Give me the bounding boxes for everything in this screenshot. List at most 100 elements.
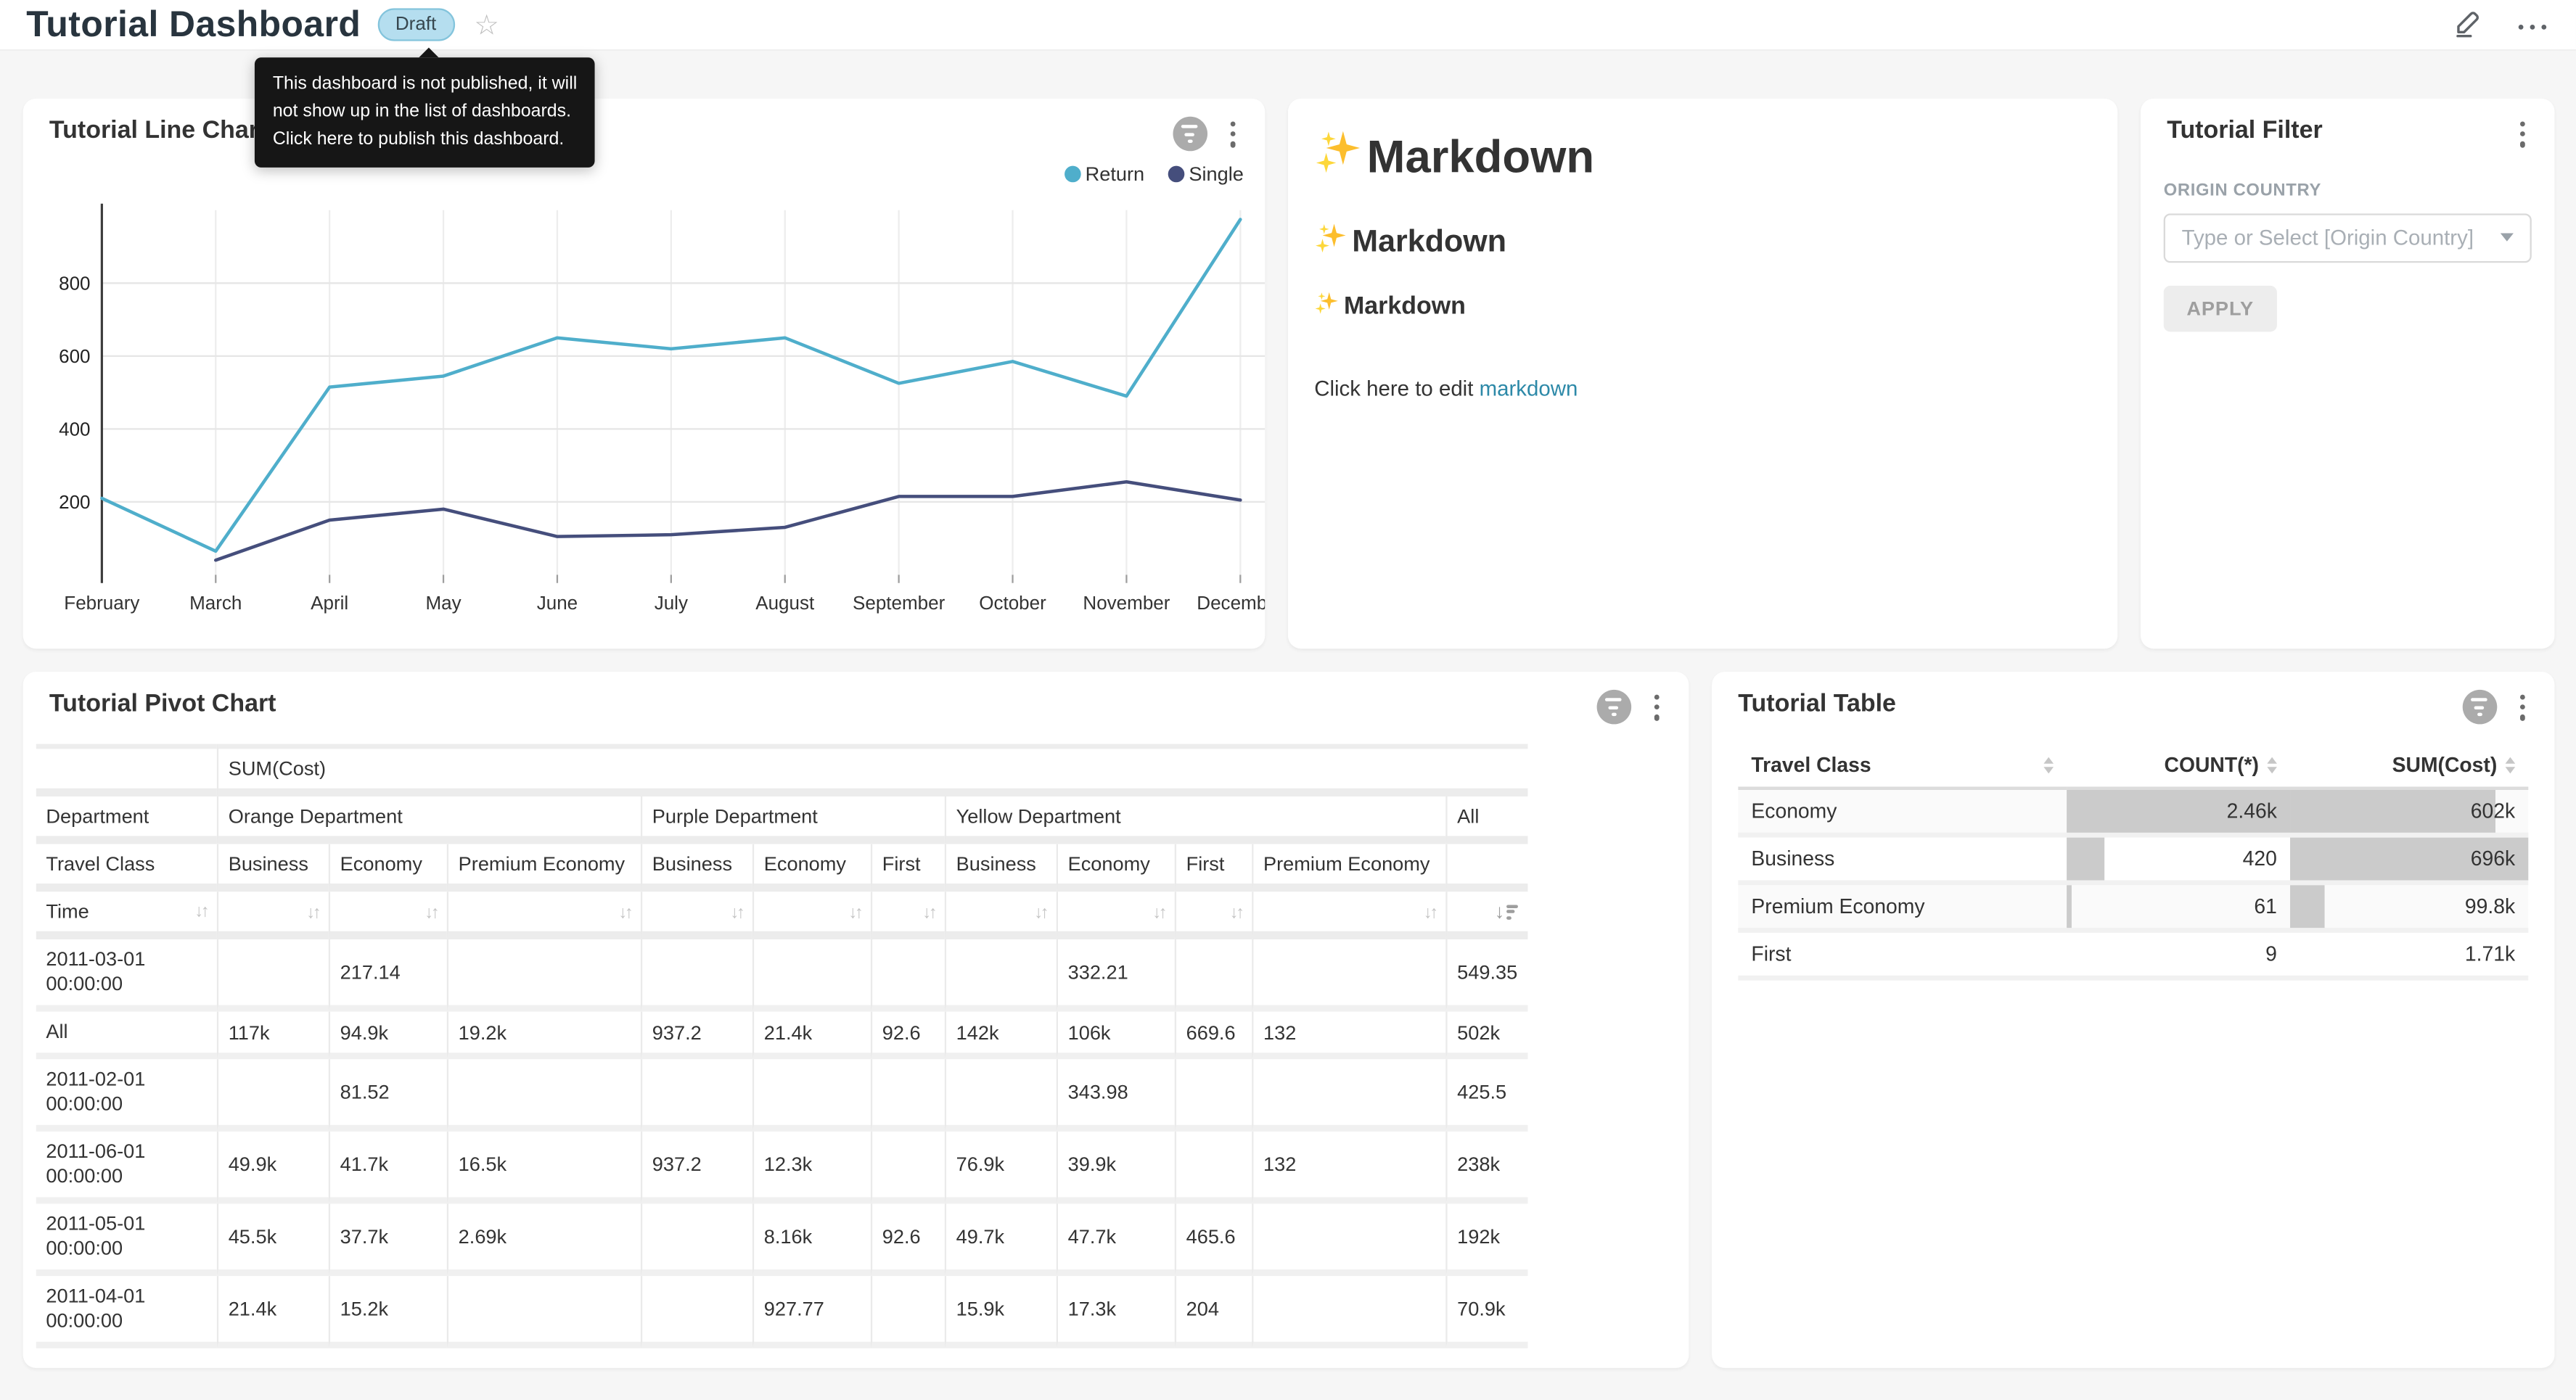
favorite-star-icon[interactable]: ☆ [474,11,499,38]
sort-icon[interactable]: ↓↑ [306,903,319,923]
pivot-table-grid: SUM(Cost)DepartmentOrange DepartmentPurp… [36,744,1527,1348]
sort-icon[interactable]: ↓↑ [194,902,207,921]
pivot-cell: 70.9k [1445,1276,1527,1348]
pivot-cell: 549.35 [1445,939,1527,1012]
pivot-cell: 117k [217,1012,329,1060]
col-header-sum-cost[interactable]: SUM(Cost) [2290,744,2528,790]
pivot-cell: 927.77 [752,1276,871,1348]
pivot-class-header [1445,844,1527,892]
pivot-cell: 937.2 [641,1012,752,1060]
pivot-class-header: Business [217,844,329,892]
pivot-cell: 21.4k [217,1276,329,1348]
pivot-cell [447,1059,641,1132]
svg-text:May: May [425,592,461,614]
pivot-class-header: First [1175,844,1252,892]
filter-card-title: Tutorial Filter [2167,117,2322,144]
sparkles-icon [1314,291,1339,322]
table-cell-count: 2.46k [2067,790,2290,838]
pivot-cell [752,1059,871,1132]
legend-item-return[interactable]: Return [1064,162,1144,186]
value-bar [2290,790,2496,833]
sort-icon[interactable] [2043,757,2054,774]
sort-icon[interactable]: ↓↑ [730,903,742,923]
pivot-cell: 8.16k [752,1204,871,1277]
chart-title: Tutorial Line Chart [49,117,266,144]
pivot-kebab-menu-icon[interactable] [1647,690,1665,725]
sort-descending-icon[interactable]: ↓ [1495,900,1518,923]
markdown-card: Markdown Markdown Markdown Click here to… [1288,99,2117,648]
table-cell-count: 420 [2067,838,2290,886]
pivot-cell [641,939,752,1012]
pivot-cell [641,1276,752,1348]
sort-icon[interactable]: ↓↑ [922,903,935,923]
sort-icon[interactable]: ↓↑ [1034,903,1046,923]
sort-icon[interactable]: ↓↑ [424,903,437,923]
pivot-cell: 21.4k [752,1012,871,1060]
svg-text:December: December [1197,592,1265,614]
col-header-travel-class[interactable]: Travel Class [1738,744,2067,790]
pivot-cell [641,1204,752,1277]
select-placeholder: Type or Select [Origin Country] [2182,225,2474,250]
sort-icon[interactable]: ↓↑ [1152,903,1165,923]
pivot-cell [217,1059,329,1132]
series-color-dot [1064,166,1080,183]
sort-icon[interactable] [2267,757,2277,774]
pivot-cell: 132 [1252,1132,1445,1204]
filter-field-label: ORIGIN COUNTRY [2164,180,2532,199]
table-kebab-menu-icon[interactable] [2513,690,2531,725]
pivot-row: 2011-05-0100:00:0045.5k37.7k2.69k8.16k92… [36,1204,1527,1277]
tooltip-arrow [419,48,438,58]
pivot-cell [1175,1059,1252,1132]
table-row: Economy2.46k602k [1738,790,2528,838]
pivot-cell: 47.7k [1057,1204,1175,1277]
markdown-cta: Click here to edit markdown [1314,376,2091,400]
pivot-department-row: DepartmentOrange DepartmentPurple Depart… [36,796,1527,844]
more-menu-icon[interactable] [2518,17,2547,36]
pivot-cell: 12.3k [752,1132,871,1204]
pivot-row: 2011-03-0100:00:00217.14332.21549.35 [36,939,1527,1012]
apply-button[interactable]: APPLY [2164,285,2277,331]
sort-icon[interactable] [2506,757,2516,774]
sort-icon[interactable]: ↓↑ [1424,903,1436,923]
dashboard-header: Tutorial Dashboard Draft ☆ [0,0,2576,51]
sort-icon[interactable]: ↓↑ [848,903,861,923]
sparkles-icon [1314,222,1347,265]
pivot-row: 2011-04-0100:00:0021.4k15.2k927.7715.9k1… [36,1276,1527,1348]
pivot-time-row: Time↓↑↓↑↓↑↓↑↓↑↓↑↓↑↓↑↓↑↓↑↓↑↓ [36,892,1527,939]
publish-tooltip: This dashboard is not published, it will… [255,57,595,168]
svg-text:200: 200 [59,491,90,513]
chevron-down-icon [2501,234,2514,242]
pivot-cell: 332.21 [1057,939,1175,1012]
pivot-cell: 45.5k [217,1204,329,1277]
legend-item-single[interactable]: Single [1168,162,1244,186]
value-bar [2067,885,2072,928]
pivot-cell: 502k [1445,1012,1527,1060]
pivot-row-label: 2011-04-0100:00:00 [36,1276,217,1348]
svg-text:July: July [655,592,688,614]
sort-icon[interactable]: ↓↑ [1230,903,1242,923]
edit-markdown-link[interactable]: markdown [1480,376,1578,400]
sort-icon[interactable]: ↓↑ [618,903,631,923]
col-header-count[interactable]: COUNT(*) [2067,744,2290,790]
pivot-class-header: Economy [329,844,447,892]
pivot-cell: 17.3k [1057,1276,1175,1348]
pivot-row-label: 2011-06-0100:00:00 [36,1132,217,1204]
pivot-class-row: Travel ClassBusinessEconomyPremium Econo… [36,844,1527,892]
filter-badge-icon[interactable] [1596,691,1631,725]
table-row: Business420696k [1738,838,2528,886]
svg-text:August: August [755,592,815,614]
edit-dashboard-icon[interactable] [2452,8,2482,46]
filter-kebab-menu-icon[interactable] [2513,117,2531,152]
pivot-metric-header: SUM(Cost) [217,744,1527,796]
chart-kebab-menu-icon[interactable] [1223,117,1242,152]
pivot-cell: 92.6 [871,1204,945,1277]
pivot-department-header: Purple Department [641,796,945,844]
origin-country-select[interactable]: Type or Select [Origin Country] [2164,213,2532,262]
pivot-cell: 465.6 [1175,1204,1252,1277]
table-cell-travel-class: Business [1738,838,2067,886]
filter-badge-icon[interactable] [1173,117,1207,152]
filter-badge-icon[interactable] [2462,691,2497,725]
pivot-row: 2011-02-0100:00:0081.52343.98425.5 [36,1059,1527,1132]
draft-badge[interactable]: Draft [377,8,454,41]
pivot-cell [1252,1276,1445,1348]
